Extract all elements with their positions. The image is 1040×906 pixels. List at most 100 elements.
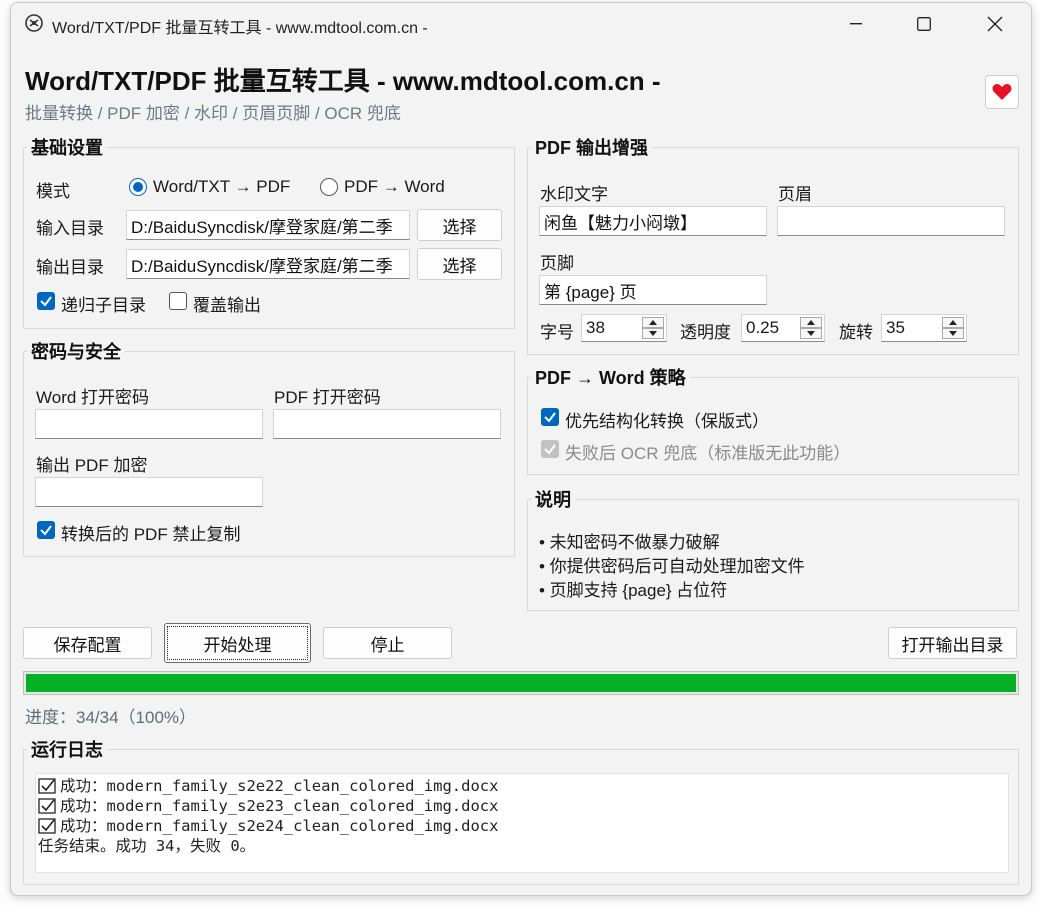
progress-text: 进度：34/34（100%） xyxy=(25,708,197,727)
pdf-password-input[interactable] xyxy=(273,409,501,439)
chevron-down-icon xyxy=(949,331,957,336)
ocr-fallback-checkbox xyxy=(541,440,559,458)
start-button[interactable]: 开始处理 xyxy=(164,623,311,663)
save-config-button[interactable]: 保存配置 xyxy=(23,627,152,659)
opacity-spinbox[interactable]: 0.25 xyxy=(741,314,825,342)
font-size-increment[interactable] xyxy=(642,317,664,328)
window-title: Word/TXT/PDF 批量互转工具 - www.mdtool.com.cn … xyxy=(52,20,428,37)
basic-settings-title: 基础设置 xyxy=(27,134,107,160)
rotate-spinbox[interactable]: 35 xyxy=(881,314,967,342)
check-icon xyxy=(544,412,556,423)
pdf-password-label: PDF 打开密码 xyxy=(274,388,381,407)
opacity-increment[interactable] xyxy=(800,317,822,328)
minimize-button[interactable] xyxy=(833,3,879,45)
watermark-label: 水印文字 xyxy=(540,185,608,204)
checkmark-icon xyxy=(38,778,56,794)
chevron-down-icon xyxy=(807,331,815,336)
open-output-dir-button[interactable]: 打开输出目录 xyxy=(888,627,1017,659)
output-dir-label: 输出目录 xyxy=(36,258,104,277)
font-size-value: 38 xyxy=(586,318,605,337)
watermark-input[interactable]: 闲鱼【魅力小闷墩】 xyxy=(539,206,767,236)
progress-bar xyxy=(23,671,1019,695)
recursive-checkbox[interactable] xyxy=(37,292,55,310)
strategy-title: PDF → Word 策略 xyxy=(531,364,690,390)
note-item: • 你提供密码后可自动处理加密文件 xyxy=(539,557,805,576)
page-subtitle: 批量转换 / PDF 加密 / 水印 / 页眉页脚 / OCR 兜底 xyxy=(25,104,401,123)
overwrite-label[interactable]: 覆盖输出 xyxy=(193,291,261,316)
log-line: 任务结束。成功 34，失败 0。 xyxy=(38,834,255,856)
structured-label[interactable]: 优先结构化转换（保版式） xyxy=(565,407,769,432)
minimize-icon xyxy=(850,23,862,25)
rotate-decrement[interactable] xyxy=(942,328,964,339)
page-title: Word/TXT/PDF 批量互转工具 - www.mdtool.com.cn … xyxy=(25,66,661,96)
mode-option-pdf-to-word[interactable]: PDF → Word xyxy=(344,177,445,197)
close-button[interactable] xyxy=(972,3,1018,45)
maximize-icon xyxy=(917,17,931,31)
font-size-decrement[interactable] xyxy=(642,328,664,339)
chevron-up-icon xyxy=(949,320,957,325)
overwrite-checkbox[interactable] xyxy=(169,292,187,310)
note-item: • 页脚支持 {page} 占位符 xyxy=(539,581,728,600)
stop-button[interactable]: 停止 xyxy=(323,627,452,659)
notes-title: 说明 xyxy=(531,486,575,512)
mode-option-word-to-pdf[interactable]: Word/TXT → PDF xyxy=(153,177,290,197)
log-line: 成功：modern_family_s2e22_clean_colored_img… xyxy=(38,774,498,796)
no-copy-label[interactable]: 转换后的 PDF 禁止复制 xyxy=(61,520,240,545)
input-dir-label: 输入目录 xyxy=(36,219,104,238)
choose-input-dir-button[interactable]: 选择 xyxy=(417,209,502,241)
opacity-label: 透明度 xyxy=(680,323,731,342)
app-window: Word/TXT/PDF 批量互转工具 - www.mdtool.com.cn … xyxy=(10,2,1032,896)
log-title: 运行日志 xyxy=(27,736,107,762)
log-line-text: 成功：modern_family_s2e24_clean_colored_img… xyxy=(60,817,499,835)
log-line-text: 成功：modern_family_s2e22_clean_colored_img… xyxy=(60,777,499,795)
font-size-label: 字号 xyxy=(540,323,574,342)
progress-fill xyxy=(26,674,1016,692)
app-icon xyxy=(25,14,43,32)
security-title: 密码与安全 xyxy=(27,338,125,364)
font-size-spinbox[interactable]: 38 xyxy=(581,314,667,342)
ocr-fallback-label: 失败后 OCR 兜底（标准版无此功能） xyxy=(565,444,851,463)
rotate-value: 35 xyxy=(886,318,905,337)
checkmark-icon xyxy=(38,818,56,834)
rotate-increment[interactable] xyxy=(942,317,964,328)
log-output[interactable]: 成功：modern_family_s2e22_clean_colored_img… xyxy=(35,773,1009,873)
recursive-label[interactable]: 递归子目录 xyxy=(61,291,146,316)
log-line: 成功：modern_family_s2e23_clean_colored_img… xyxy=(38,794,498,816)
header-label: 页眉 xyxy=(778,185,812,204)
choose-output-dir-button[interactable]: 选择 xyxy=(417,248,502,280)
mode-radio-word-to-pdf[interactable] xyxy=(129,178,147,196)
favorite-button[interactable] xyxy=(985,75,1019,109)
check-icon xyxy=(40,525,52,536)
pdf-enhance-title: PDF 输出增强 xyxy=(531,134,653,160)
word-password-input[interactable] xyxy=(35,409,263,439)
chevron-up-icon xyxy=(807,320,815,325)
opacity-value: 0.25 xyxy=(746,318,780,337)
heart-icon xyxy=(992,84,1012,100)
log-line: 成功：modern_family_s2e24_clean_colored_img… xyxy=(38,814,498,836)
chevron-down-icon xyxy=(649,331,657,336)
title-bar: Word/TXT/PDF 批量互转工具 - www.mdtool.com.cn … xyxy=(11,3,1031,45)
output-pdf-encrypt-label: 输出 PDF 加密 xyxy=(36,456,148,475)
log-line-text: 任务结束。成功 34，失败 0。 xyxy=(38,837,256,855)
mode-radio-pdf-to-word[interactable] xyxy=(320,178,338,196)
footer-label: 页脚 xyxy=(540,254,574,273)
opacity-decrement[interactable] xyxy=(800,328,822,339)
maximize-button[interactable] xyxy=(901,3,947,45)
output-pdf-encrypt-input[interactable] xyxy=(35,477,263,507)
chevron-up-icon xyxy=(649,320,657,325)
footer-input[interactable]: 第 {page} 页 xyxy=(539,275,767,305)
no-copy-checkbox[interactable] xyxy=(37,521,55,539)
word-password-label: Word 打开密码 xyxy=(36,388,150,407)
check-icon xyxy=(40,296,52,307)
structured-checkbox[interactable] xyxy=(541,408,559,426)
input-dir-field[interactable]: D:/BaiduSyncdisk/摩登家庭/第二季 xyxy=(126,210,410,240)
header-input[interactable] xyxy=(777,206,1005,236)
note-item: • 未知密码不做暴力破解 xyxy=(539,533,720,552)
output-dir-field[interactable]: D:/BaiduSyncdisk/摩登家庭/第二季 xyxy=(126,249,410,279)
close-icon xyxy=(987,16,1003,32)
rotate-label: 旋转 xyxy=(839,323,873,342)
checkmark-icon xyxy=(38,798,56,814)
mode-label: 模式 xyxy=(36,182,70,201)
check-icon xyxy=(544,444,556,455)
log-line-text: 成功：modern_family_s2e23_clean_colored_img… xyxy=(60,797,499,815)
